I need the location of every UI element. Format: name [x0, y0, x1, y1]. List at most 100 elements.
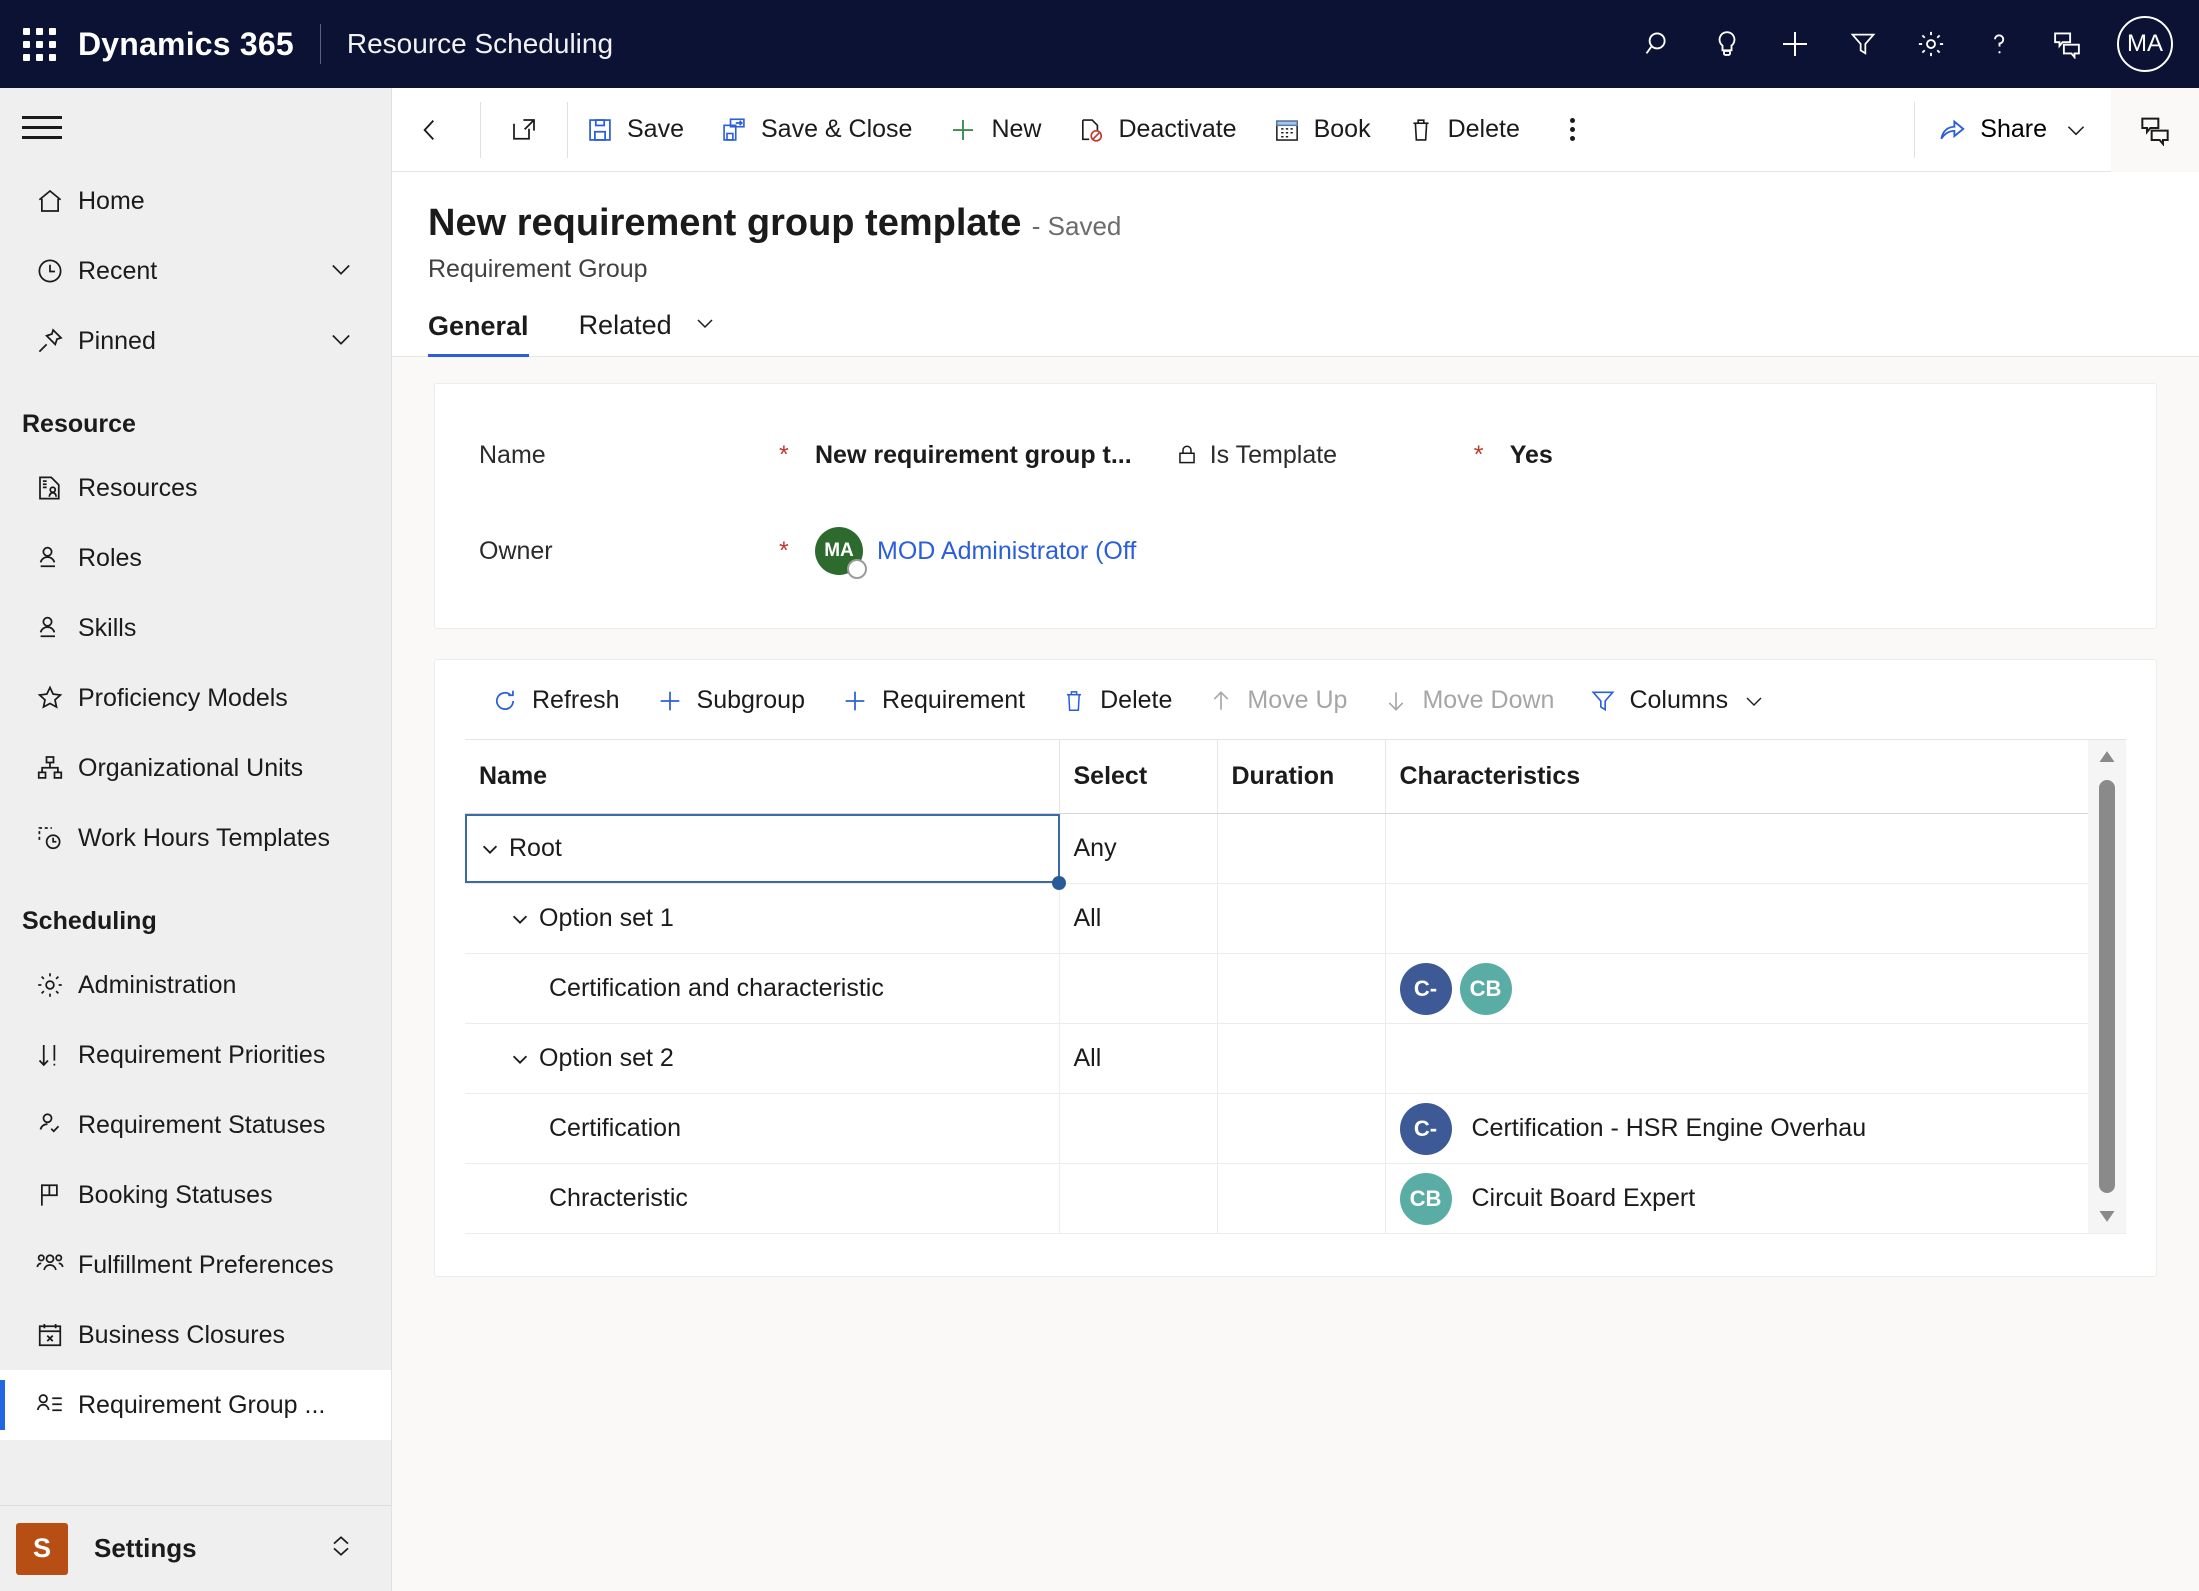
cell-duration[interactable] — [1217, 1163, 1386, 1235]
cell-select[interactable] — [1059, 1093, 1218, 1165]
table-row[interactable]: Option set 1 All — [465, 883, 2088, 955]
grid-delete-button[interactable]: Delete — [1061, 686, 1172, 715]
is-template-value[interactable]: Yes — [1510, 441, 1553, 470]
sidebar-item-proficiency-models[interactable]: Proficiency Models — [0, 663, 391, 733]
expand-collapse-icon[interactable] — [327, 1532, 355, 1565]
sidebar-item-business-closures[interactable]: Business Closures — [0, 1300, 391, 1370]
table-row[interactable]: Chracteristic CB Circuit Board Expert — [465, 1163, 2088, 1235]
lightbulb-icon[interactable] — [1693, 13, 1761, 75]
cell-select[interactable] — [1059, 1163, 1218, 1235]
tab-related[interactable]: Related — [579, 310, 718, 356]
column-header-select[interactable]: Select — [1059, 740, 1218, 815]
cell-characteristics[interactable] — [1385, 813, 2088, 885]
characteristic-chip[interactable]: CB — [1459, 962, 1512, 1015]
sidebar-item-booking-statuses[interactable]: Booking Statuses — [0, 1160, 391, 1230]
sidebar-item-roles[interactable]: Roles — [0, 523, 391, 593]
columns-button[interactable]: Columns — [1590, 686, 1766, 715]
cell-characteristics[interactable]: C- Certification - HSR Engine Overhau — [1385, 1093, 2088, 1165]
scrollbar-thumb[interactable] — [2099, 780, 2115, 1194]
add-subgroup-button[interactable]: Subgroup — [656, 686, 805, 715]
sidebar-item-requirement-group-templates[interactable]: Requirement Group ... — [0, 1370, 391, 1440]
scroll-down-arrow-icon[interactable] — [2097, 1199, 2117, 1233]
sidebar-item-home[interactable]: Home — [0, 166, 391, 236]
brand-title[interactable]: Dynamics 365 — [78, 26, 320, 63]
scroll-up-arrow-icon[interactable] — [2097, 740, 2117, 774]
owner-field-value[interactable]: MOD Administrator (Off — [877, 537, 1136, 566]
search-icon[interactable] — [1625, 13, 1693, 75]
column-header-duration[interactable]: Duration — [1217, 740, 1386, 815]
chevron-down-icon[interactable] — [2063, 117, 2089, 143]
cell-duration[interactable] — [1217, 1093, 1386, 1165]
grid-vertical-scrollbar[interactable] — [2088, 740, 2126, 1235]
refresh-button[interactable]: Refresh — [491, 686, 620, 715]
site-map-toggle-icon[interactable] — [0, 88, 391, 166]
cell-name[interactable]: Chracteristic — [465, 1163, 1060, 1235]
gear-icon[interactable] — [1897, 13, 1965, 75]
deactivate-button[interactable]: Deactivate — [1059, 88, 1254, 172]
new-button[interactable]: New — [930, 88, 1059, 172]
chevron-down-icon[interactable] — [327, 255, 355, 288]
feedback-icon[interactable] — [2033, 13, 2101, 75]
chevron-down-icon[interactable] — [509, 908, 531, 930]
tab-general[interactable]: General — [428, 311, 529, 358]
cell-name[interactable]: Root — [465, 813, 1066, 891]
cell-name[interactable]: Certification and characteristic — [465, 953, 1060, 1025]
cell-name[interactable]: Option set 1 — [465, 883, 1060, 955]
sidebar-item-organizational-units[interactable]: Organizational Units — [0, 733, 391, 803]
sidebar-item-skills[interactable]: Skills — [0, 593, 391, 663]
cell-name[interactable]: Option set 2 — [465, 1023, 1060, 1095]
app-name[interactable]: Resource Scheduling — [321, 28, 613, 60]
cell-characteristics[interactable]: C- CB — [1385, 953, 2088, 1025]
sidebar-item-fulfillment-preferences[interactable]: Fulfillment Preferences — [0, 1230, 391, 1300]
table-row[interactable]: Certification and characteristic C- CB — [465, 953, 2088, 1025]
characteristic-chip[interactable]: CB — [1399, 1172, 1452, 1225]
book-button[interactable]: Book — [1255, 88, 1389, 172]
cell-select[interactable]: All — [1059, 1023, 1218, 1095]
characteristic-chip[interactable]: C- — [1399, 962, 1452, 1015]
chevron-down-icon[interactable] — [327, 325, 355, 358]
chevron-down-icon[interactable] — [509, 1048, 531, 1070]
column-header-characteristics[interactable]: Characteristics — [1385, 740, 2088, 815]
more-commands-icon[interactable] — [1538, 114, 1608, 145]
fill-handle[interactable] — [1051, 876, 1066, 891]
name-field-value[interactable]: New requirement group t... — [815, 441, 1132, 470]
sidebar-item-pinned[interactable]: Pinned — [0, 306, 391, 376]
cell-characteristics[interactable] — [1385, 1023, 2088, 1095]
sidebar-item-recent[interactable]: Recent — [0, 236, 391, 306]
cell-duration[interactable] — [1217, 813, 1386, 885]
panel-toggle-icon[interactable] — [2111, 87, 2199, 172]
help-icon[interactable] — [1965, 13, 2033, 75]
characteristic-chip[interactable]: C- — [1399, 1102, 1452, 1155]
column-header-name[interactable]: Name — [465, 740, 1060, 815]
settings-area[interactable]: S Settings — [0, 1505, 391, 1591]
cell-select[interactable] — [1059, 953, 1218, 1025]
cell-select[interactable]: All — [1059, 883, 1218, 955]
delete-button[interactable]: Delete — [1389, 88, 1538, 172]
sidebar-item-requirement-priorities[interactable]: Requirement Priorities — [0, 1020, 391, 1090]
chevron-down-icon[interactable] — [1742, 689, 1766, 713]
share-button[interactable]: Share — [1915, 115, 2111, 145]
cell-select[interactable]: Any — [1059, 813, 1218, 885]
sidebar-item-administration[interactable]: Administration — [0, 950, 391, 1020]
add-requirement-button[interactable]: Requirement — [841, 686, 1025, 715]
back-arrow-icon[interactable] — [392, 114, 480, 146]
table-row[interactable]: Certification C- Certification - HSR Eng… — [465, 1093, 2088, 1165]
app-launcher-icon[interactable] — [0, 27, 78, 61]
cell-name[interactable]: Certification — [465, 1093, 1060, 1165]
cell-characteristics[interactable] — [1385, 883, 2088, 955]
chevron-down-icon[interactable] — [479, 838, 501, 860]
table-row[interactable]: Option set 2 All — [465, 1023, 2088, 1095]
sidebar-item-work-hours-templates[interactable]: Work Hours Templates — [0, 803, 391, 873]
save-and-close-button[interactable]: Save & Close — [702, 88, 930, 172]
save-button[interactable]: Save — [568, 88, 702, 172]
chevron-down-icon[interactable] — [693, 311, 717, 342]
plus-icon[interactable] — [1761, 13, 1829, 75]
user-avatar[interactable]: MA — [2117, 16, 2173, 72]
sidebar-item-resources[interactable]: Resources — [0, 453, 391, 523]
cell-duration[interactable] — [1217, 1023, 1386, 1095]
sidebar-item-requirement-statuses[interactable]: Requirement Statuses — [0, 1090, 391, 1160]
pop-out-icon[interactable] — [481, 115, 567, 145]
cell-characteristics[interactable]: CB Circuit Board Expert — [1385, 1163, 2088, 1235]
filter-icon[interactable] — [1829, 13, 1897, 75]
cell-duration[interactable] — [1217, 953, 1386, 1025]
